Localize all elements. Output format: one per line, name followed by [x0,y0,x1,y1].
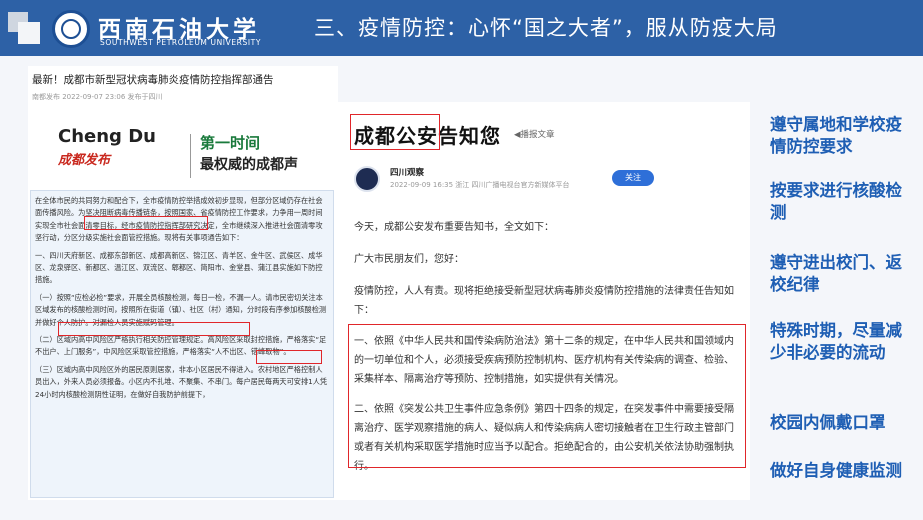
highlight-box [350,114,440,150]
key-point: 校园内佩戴口罩 [770,413,886,432]
highlight-box [84,216,208,230]
article-paragraph: 广大市民朋友们，您好： [354,254,464,265]
slide-header: 西南石油大学 SOUTHWEST PETROLEUM UNIVERSITY 三、… [0,0,923,56]
article-paragraph: 疫情防控，人人有责。现将拒绝接受新型冠状病毒肺炎疫情防控措施的法律责任告知如下： [354,286,734,316]
chengdu-release-logo: Cheng Du 成都发布 [58,126,182,182]
article-title-rest: 告知您 [438,124,501,148]
slogan-second: 最权威的成都声 [200,157,298,173]
slide-title: 三、疫情防控：心怀“国之大者”，服从防疫大局 [314,16,778,40]
brand-en: Cheng Du [58,126,156,147]
key-point: 遵守进出校门、返校纪律 [770,253,902,294]
university-emblem-icon [52,10,90,48]
key-point: 特殊时期，尽量减少非必要的流动 [770,321,902,362]
notice-title: 最新！成都市新型冠状病毒肺炎疫情防控指挥部通告 [32,74,274,86]
highlight-box [256,350,322,364]
play-article-button[interactable]: ◀播报文章 [514,128,555,140]
key-point: 按要求进行核酸检测 [770,181,902,222]
play-label: 播报文章 [520,130,555,140]
notice-meta: 南都发布 2022-09-07 23:06 发布于四川 [32,93,163,101]
slogan-first: 第一时间 [200,134,261,152]
author-avatar[interactable] [354,166,380,192]
brand-cn: 成都发布 [58,153,111,168]
notice-body: 在全体市民的共同努力和配合下，全市疫情防控举措成效初步显现，但部分区域仍存在社会… [30,190,334,498]
follow-button[interactable]: 关注 [612,170,654,186]
notice-paragraph: （三）区域内高中风险区外的居民原则居家，非本小区居民不得进入。农村地区严格控制人… [35,364,328,399]
divider [190,134,191,178]
highlight-box [58,322,250,336]
article-meta: 2022-09-09 16:35 浙江 四川广播电视台官方新媒体平台 [390,181,570,189]
decor-square [18,22,40,44]
key-point: 遵守属地和学校疫情防控要求 [770,115,902,156]
article-paragraph: 今天，成都公安发布重要告知书，全文如下： [354,222,554,233]
key-point: 做好自身健康监测 [770,461,902,480]
school-name-en: SOUTHWEST PETROLEUM UNIVERSITY [100,38,262,47]
police-notice-screenshot: 成都公安告知您 ◀播报文章 四川观察 2022-09-09 16:35 浙江 四… [338,102,750,500]
logo-area: 西南石油大学 SOUTHWEST PETROLEUM UNIVERSITY [8,8,278,50]
notice-screenshot: 最新！成都市新型冠状病毒肺炎疫情防控指挥部通告 南都发布 2022-09-07 … [28,66,338,500]
author-name[interactable]: 四川观察 [390,166,424,178]
highlight-box [348,324,746,468]
notice-paragraph: 一、四川天府新区、成都东部新区、成都高新区、锦江区、青羊区、金牛区、武侯区、成华… [35,250,323,285]
